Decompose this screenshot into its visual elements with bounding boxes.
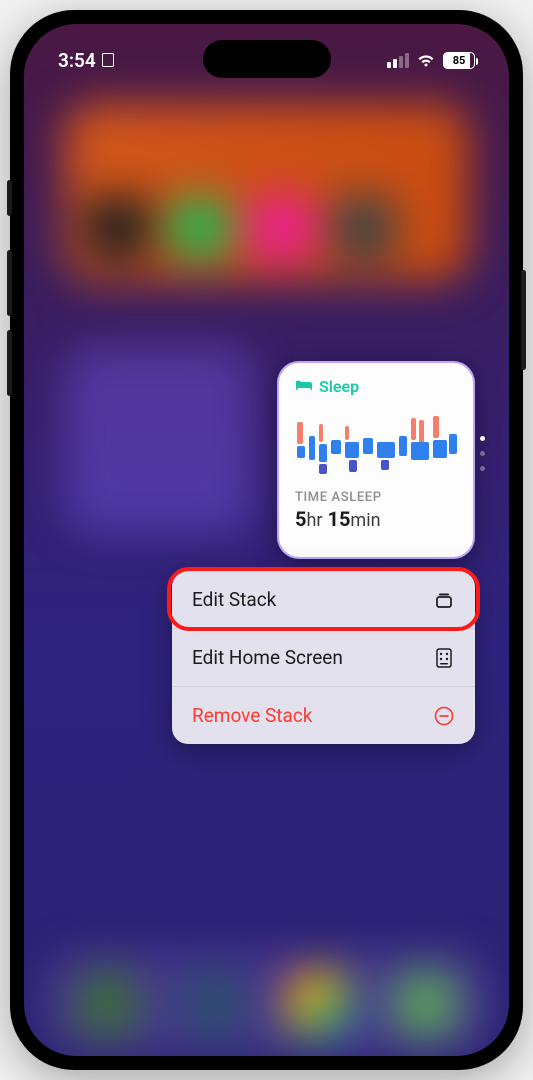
cellular-signal-icon bbox=[387, 53, 409, 68]
time-asleep-value: 5hr 15min bbox=[295, 507, 457, 531]
remove-icon bbox=[433, 706, 455, 726]
bed-icon bbox=[295, 377, 313, 396]
edit-stack-button[interactable]: Edit Stack bbox=[172, 571, 475, 629]
sleep-widget[interactable]: Sleep bbox=[277, 361, 475, 559]
remove-stack-button[interactable]: Remove Stack bbox=[172, 687, 475, 744]
volume-down-button bbox=[7, 330, 12, 396]
dynamic-island bbox=[203, 40, 331, 78]
portrait-lock-icon bbox=[102, 53, 114, 67]
stack-page-indicator bbox=[480, 436, 485, 471]
status-time: 3:54 bbox=[58, 49, 96, 72]
menu-label: Edit Home Screen bbox=[192, 646, 343, 669]
menu-label: Edit Stack bbox=[192, 588, 276, 611]
time-asleep-label: TIME ASLEEP bbox=[295, 490, 457, 505]
volume-up-button bbox=[7, 250, 12, 316]
sleep-chart bbox=[295, 404, 457, 480]
apps-grid-icon bbox=[433, 648, 455, 668]
power-button bbox=[521, 270, 526, 370]
widget-context-menu: Edit Stack Edit Home Screen Remove Stack bbox=[172, 571, 475, 744]
screen: 3:54 85 bbox=[24, 24, 509, 1056]
phone-frame: 3:54 85 bbox=[10, 10, 523, 1070]
menu-label: Remove Stack bbox=[192, 704, 312, 727]
widget-title: Sleep bbox=[319, 377, 359, 396]
wifi-icon bbox=[416, 53, 436, 68]
edit-home-screen-button[interactable]: Edit Home Screen bbox=[172, 629, 475, 687]
silent-switch bbox=[7, 180, 12, 216]
battery-indicator: 85 bbox=[443, 52, 475, 69]
stack-icon bbox=[433, 591, 455, 609]
